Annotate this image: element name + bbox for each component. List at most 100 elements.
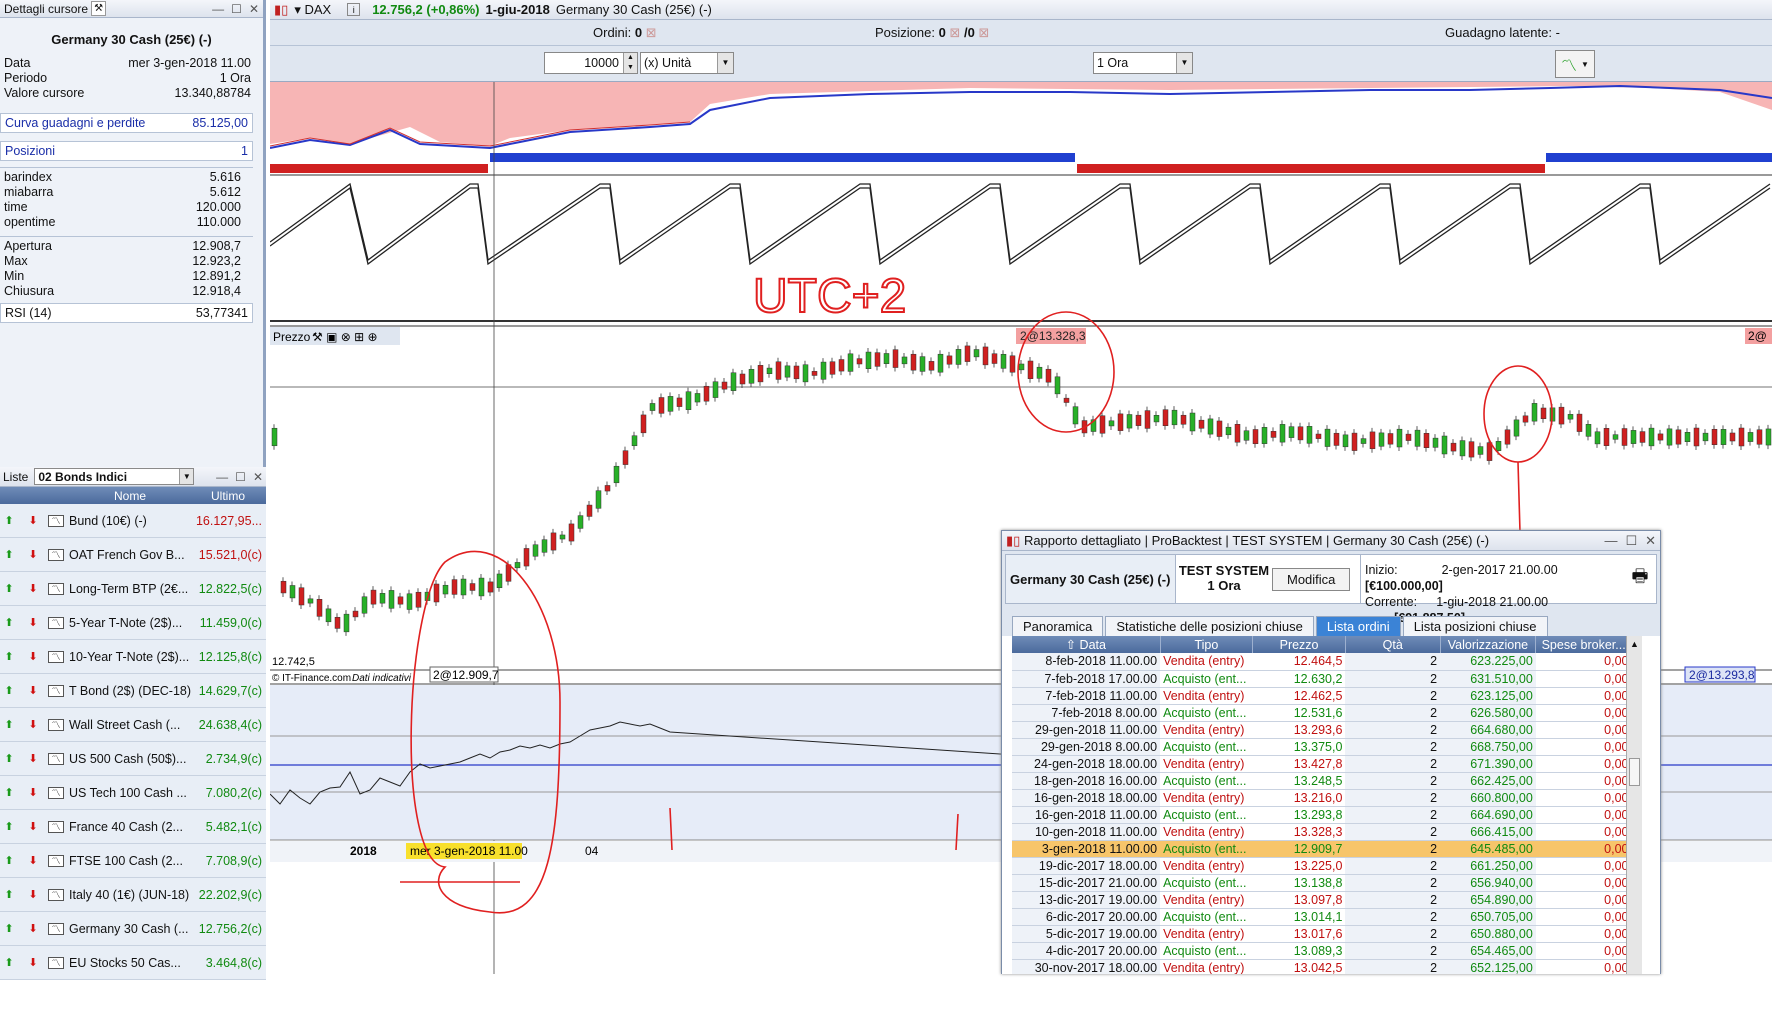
close-icon[interactable]: ✕ bbox=[1645, 533, 1656, 549]
chart-icon[interactable]: 〽 bbox=[48, 616, 64, 629]
buy-arrow-icon[interactable]: ⬆ bbox=[2, 548, 16, 562]
order-row[interactable]: 13-dic-2017 19.00.00 Vendita (entry) 13.09… bbox=[1012, 891, 1632, 909]
sell-arrow-icon[interactable]: ⬇ bbox=[26, 888, 40, 902]
buy-arrow-icon[interactable]: ⬆ bbox=[2, 956, 16, 970]
list-item[interactable]: ⬆ ⬇ 〽 EU Stocks 50 Cas... 3.464,8(c) bbox=[0, 946, 266, 980]
order-row[interactable]: 8-feb-2018 11.00.00 Vendita (entry) 12.464… bbox=[1012, 653, 1632, 671]
print-icon[interactable]: 🖶 bbox=[1624, 555, 1656, 603]
close-icon[interactable]: ✕ bbox=[249, 2, 259, 16]
chart-icon[interactable]: 〽 bbox=[48, 582, 64, 595]
report-tab[interactable]: Lista posizioni chiuse bbox=[1402, 616, 1548, 636]
list-item[interactable]: ⬆ ⬇ 〽 10-Year T-Note (2$)... 12.125,8(c) bbox=[0, 640, 266, 674]
info-icon[interactable]: i bbox=[347, 3, 361, 16]
list-item[interactable]: ⬆ ⬇ 〽 Italy 40 (1€) (JUN-18) 22.202,9(c) bbox=[0, 878, 266, 912]
buy-arrow-icon[interactable]: ⬆ bbox=[2, 514, 16, 528]
buy-arrow-icon[interactable]: ⬆ bbox=[2, 820, 16, 834]
indicators-button[interactable]: 〽 ▼ bbox=[1555, 50, 1595, 78]
maximize-icon[interactable]: ☐ bbox=[235, 470, 246, 484]
order-row[interactable]: 10-gen-2018 11.00.00 Vendita (entry) 13.32… bbox=[1012, 823, 1632, 841]
sell-arrow-icon[interactable]: ⬇ bbox=[26, 752, 40, 766]
chart-icon[interactable]: 〽 bbox=[48, 514, 64, 527]
order-row[interactable]: 18-gen-2018 16.00.00 Acquisto (ent... 13.2… bbox=[1012, 772, 1632, 790]
chart-icon[interactable]: 〽 bbox=[48, 854, 64, 867]
buy-arrow-icon[interactable]: ⬆ bbox=[2, 718, 16, 732]
maximize-icon[interactable]: ☐ bbox=[1625, 533, 1637, 549]
orders-col-header[interactable]: Valorizzazione bbox=[1440, 636, 1537, 653]
buy-arrow-icon[interactable]: ⬆ bbox=[2, 888, 16, 902]
chart-icon[interactable]: 〽 bbox=[48, 922, 64, 935]
sell-arrow-icon[interactable]: ⬇ bbox=[26, 548, 40, 562]
sell-arrow-icon[interactable]: ⬇ bbox=[26, 650, 40, 664]
list-item[interactable]: ⬆ ⬇ 〽 5-Year T-Note (2$)... 11.459,0(c) bbox=[0, 606, 266, 640]
chart-icon[interactable]: 〽 bbox=[48, 956, 64, 969]
order-row[interactable]: 7-feb-2018 8.00.00 Acquisto (ent... 12.531… bbox=[1012, 704, 1632, 722]
order-row[interactable]: 16-gen-2018 18.00.00 Vendita (entry) 13.21… bbox=[1012, 789, 1632, 807]
chart-icon[interactable]: 〽 bbox=[48, 548, 64, 561]
order-row[interactable]: 3-gen-2018 11.00.00 Acquisto (ent... 12.90… bbox=[1012, 840, 1632, 858]
orders-col-header[interactable]: ⇧ Data bbox=[1012, 636, 1161, 653]
list-item[interactable]: ⬆ ⬇ 〽 US Tech 100 Cash ... 7.080,2(c) bbox=[0, 776, 266, 810]
order-row[interactable]: 24-gen-2018 18.00.00 Vendita (entry) 13.42… bbox=[1012, 755, 1632, 773]
unit-select[interactable]: (x) Unità ▼ bbox=[640, 52, 734, 74]
buy-arrow-icon[interactable]: ⬆ bbox=[2, 650, 16, 664]
order-row[interactable]: 7-feb-2018 11.00.00 Vendita (entry) 12.462… bbox=[1012, 687, 1632, 705]
report-tab[interactable]: Lista ordini bbox=[1315, 616, 1401, 636]
sell-arrow-icon[interactable]: ⬇ bbox=[26, 616, 40, 630]
list-item[interactable]: ⬆ ⬇ 〽 Long-Term BTP (2€... 12.822,5(c) bbox=[0, 572, 266, 606]
sell-arrow-icon[interactable]: ⬇ bbox=[26, 718, 40, 732]
modify-button[interactable]: Modifica bbox=[1272, 567, 1351, 591]
scrollbar[interactable]: ▲ bbox=[1626, 636, 1642, 974]
list-item[interactable]: ⬆ ⬇ 〽 France 40 Cash (2... 5.482,1(c) bbox=[0, 810, 266, 844]
chart-icon[interactable]: 〽 bbox=[48, 820, 64, 833]
timeframe-select[interactable]: 1 Ora ▼ bbox=[1093, 52, 1193, 74]
close-position-icon[interactable]: ⊠ bbox=[949, 25, 960, 40]
cancel-orders-icon[interactable]: ⊠ bbox=[646, 25, 657, 40]
chart-icon[interactable]: 〽 bbox=[48, 752, 64, 765]
quantity-input[interactable]: 10000 ▲ ▼ bbox=[544, 52, 638, 74]
close-all-icon[interactable]: ⊠ bbox=[978, 25, 989, 40]
minimize-icon[interactable]: — bbox=[212, 2, 224, 16]
chart-icon[interactable]: 〽 bbox=[48, 650, 64, 663]
chart-icon[interactable]: 〽 bbox=[48, 684, 64, 697]
stepper-icon[interactable]: ▲ ▼ bbox=[623, 53, 637, 73]
report-tab[interactable]: Panoramica bbox=[1012, 616, 1104, 636]
close-icon[interactable]: ✕ bbox=[253, 470, 263, 484]
sell-arrow-icon[interactable]: ⬇ bbox=[26, 514, 40, 528]
buy-arrow-icon[interactable]: ⬆ bbox=[2, 854, 16, 868]
order-row[interactable]: 16-gen-2018 11.00.00 Acquisto (ent... 13.2… bbox=[1012, 806, 1632, 824]
buy-arrow-icon[interactable]: ⬆ bbox=[2, 684, 16, 698]
order-row[interactable]: 7-feb-2018 17.00.00 Acquisto (ent... 12.63… bbox=[1012, 670, 1632, 688]
col-last[interactable]: Ultimo bbox=[190, 489, 266, 503]
sell-arrow-icon[interactable]: ⬇ bbox=[26, 854, 40, 868]
list-item[interactable]: ⬆ ⬇ 〽 Germany 30 Cash (... 12.756,2(c) bbox=[0, 912, 266, 946]
list-select[interactable]: 02 Bonds Indici ▼ bbox=[34, 468, 195, 485]
buy-arrow-icon[interactable]: ⬆ bbox=[2, 582, 16, 596]
buy-arrow-icon[interactable]: ⬆ bbox=[2, 922, 16, 936]
orders-col-header[interactable]: Prezzo bbox=[1252, 636, 1346, 653]
sell-arrow-icon[interactable]: ⬇ bbox=[26, 922, 40, 936]
sell-arrow-icon[interactable]: ⬇ bbox=[26, 786, 40, 800]
buy-arrow-icon[interactable]: ⬆ bbox=[2, 616, 16, 630]
price-tools-icons[interactable]: ⚒ ▣ ⊗ ⊞ ⊕ bbox=[312, 330, 378, 344]
order-row[interactable]: 6-dic-2017 20.00.00 Acquisto (ent... 13.01… bbox=[1012, 908, 1632, 926]
list-item[interactable]: ⬆ ⬇ 〽 OAT French Gov B... 15.521,0(c) bbox=[0, 538, 266, 572]
maximize-icon[interactable]: ☐ bbox=[231, 2, 242, 16]
order-row[interactable]: 29-gen-2018 8.00.00 Acquisto (ent... 13.37… bbox=[1012, 738, 1632, 756]
scroll-thumb[interactable] bbox=[1629, 758, 1640, 786]
minimize-icon[interactable]: — bbox=[1604, 533, 1617, 549]
buy-arrow-icon[interactable]: ⬆ bbox=[2, 786, 16, 800]
chart-icon[interactable]: 〽 bbox=[48, 888, 64, 901]
sell-arrow-icon[interactable]: ⬇ bbox=[26, 684, 40, 698]
list-item[interactable]: ⬆ ⬇ 〽 Wall Street Cash (... 24.638,4(c) bbox=[0, 708, 266, 742]
order-row[interactable]: 29-gen-2018 11.00.00 Vendita (entry) 13.29… bbox=[1012, 721, 1632, 739]
chart-icon[interactable]: 〽 bbox=[48, 786, 64, 799]
report-tab[interactable]: Statistiche delle posizioni chiuse bbox=[1105, 616, 1314, 636]
orders-col-header[interactable]: Tipo bbox=[1160, 636, 1254, 653]
list-item[interactable]: ⬆ ⬇ 〽 US 500 Cash (50$)... 2.734,9(c) bbox=[0, 742, 266, 776]
sell-arrow-icon[interactable]: ⬇ bbox=[26, 820, 40, 834]
list-item[interactable]: ⬆ ⬇ 〽 FTSE 100 Cash (2... 7.708,9(c) bbox=[0, 844, 266, 878]
wrench-icon[interactable]: ⚒ bbox=[91, 1, 107, 16]
list-item[interactable]: ⬆ ⬇ 〽 Bund (10€) (-) 16.127,95... bbox=[0, 504, 266, 538]
list-item[interactable]: ⬆ ⬇ 〽 T Bond (2$) (DEC-18) 14.629,7(c) bbox=[0, 674, 266, 708]
orders-col-header[interactable]: Qtà bbox=[1345, 636, 1441, 653]
